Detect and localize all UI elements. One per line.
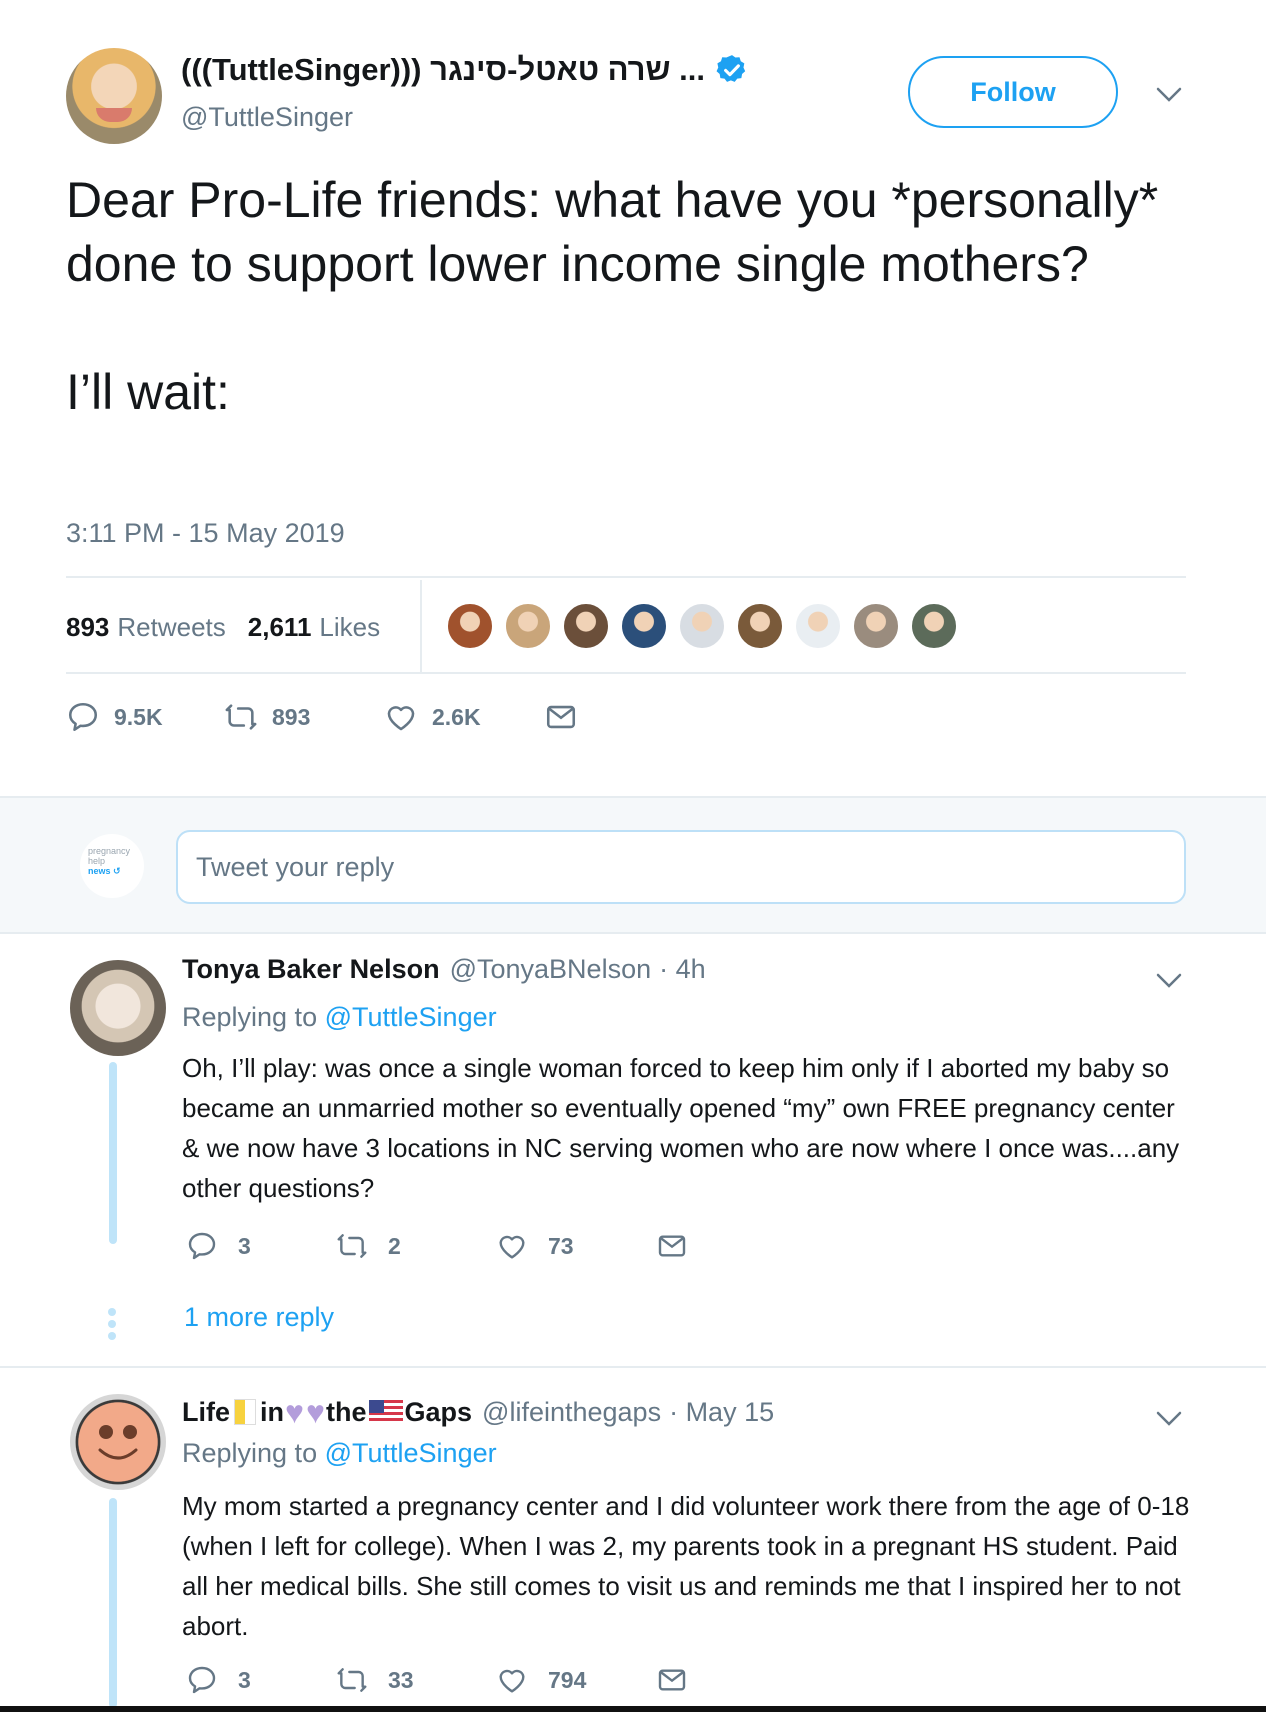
reply-action[interactable]: 9.5K <box>66 700 224 734</box>
liker-avatar[interactable] <box>620 602 668 650</box>
liker-avatar[interactable] <box>910 602 958 650</box>
reply-time[interactable]: · 4h <box>659 954 706 985</box>
liker-avatars <box>446 602 958 650</box>
vatican-flag-icon <box>234 1399 257 1425</box>
like-action[interactable]: 794 <box>496 1664 656 1696</box>
reply-author-name[interactable]: Tonya Baker Nelson <box>182 954 440 985</box>
envelope-icon <box>546 705 576 729</box>
replying-to-link[interactable]: @TuttleSinger <box>325 1438 497 1468</box>
tweet-timestamp[interactable]: 3:11 PM - 15 May 2019 <box>66 518 345 549</box>
direct-message-action[interactable] <box>656 1230 688 1262</box>
divider <box>66 576 1186 578</box>
reply-header: Tonya Baker Nelson @TonyaBNelson · 4h <box>182 954 706 985</box>
logo-text: help <box>88 856 106 866</box>
like-count: 2.6K <box>432 703 481 730</box>
direct-message-action[interactable] <box>656 1664 688 1696</box>
replying-to-link[interactable]: @TuttleSinger <box>325 1002 497 1032</box>
reply-menu-chevron-icon[interactable] <box>1154 966 1184 996</box>
thread-line <box>109 1062 117 1244</box>
retweet-count: 893 <box>272 703 311 730</box>
replying-to: Replying to @TuttleSinger <box>182 1438 497 1468</box>
author-handle[interactable]: @TuttleSinger <box>181 102 353 133</box>
retweet-icon <box>337 1234 367 1258</box>
liker-avatar[interactable] <box>852 602 900 650</box>
reply-menu-chevron-icon[interactable] <box>1154 1404 1184 1434</box>
reply-avatar[interactable] <box>70 960 166 1056</box>
retweet-count: 33 <box>388 1666 414 1693</box>
retweet-icon <box>225 704 257 730</box>
retweet-count: 2 <box>388 1232 401 1259</box>
reply-actions: 3 2 73 <box>186 1230 688 1262</box>
thread-dots <box>108 1308 116 1340</box>
heart-icon <box>499 1669 525 1693</box>
reply-text: Oh, I’ll play: was once a single woman f… <box>182 1053 1180 1203</box>
tweet-menu-chevron-icon[interactable] <box>1154 80 1184 110</box>
author-avatar[interactable] <box>66 48 162 144</box>
like-count: 73 <box>548 1232 574 1259</box>
tweet-text: Dear Pro-Life friends: what have you *pe… <box>66 172 1159 420</box>
reply-text: My mom started a pregnancy center and I … <box>182 1491 1190 1641</box>
current-user-avatar[interactable]: pregnancy help news ↺ <box>80 834 144 898</box>
more-replies-link[interactable]: 1 more reply <box>184 1302 334 1333</box>
retweet-action[interactable]: 2 <box>336 1230 496 1262</box>
engagement-stats: 893 Retweets 2,611 Likes <box>66 580 402 674</box>
author-display-name[interactable]: (((TuttleSinger))) שרה טאטל-סינגר ... <box>181 52 705 88</box>
smiley-icon <box>98 1425 138 1460</box>
reply-composer: pregnancy help news ↺ <box>0 796 1266 934</box>
reply-tweet: Tonya Baker Nelson @TonyaBNelson · 4h Re… <box>0 934 1266 1366</box>
liker-avatar[interactable] <box>562 602 610 650</box>
reply-icon <box>68 702 98 732</box>
thread-line <box>109 1498 117 1708</box>
bottom-edge <box>0 1706 1266 1712</box>
liker-avatar[interactable] <box>794 602 842 650</box>
likes-stat[interactable]: 2,611 Likes <box>248 612 380 643</box>
reply-icon <box>188 1666 216 1694</box>
reply-action[interactable]: 3 <box>186 1664 336 1696</box>
verified-badge-icon <box>716 55 746 82</box>
like-count: 794 <box>548 1666 587 1693</box>
reply-count: 3 <box>238 1666 251 1693</box>
envelope-icon <box>658 1235 686 1257</box>
reply-time[interactable]: · May 15 <box>669 1397 774 1428</box>
replying-to: Replying to @TuttleSinger <box>182 1002 497 1032</box>
heart-icon <box>499 1235 525 1259</box>
divider <box>66 672 1186 674</box>
us-flag-icon <box>368 1400 403 1424</box>
reply-icon <box>188 1232 216 1260</box>
retweet-action[interactable]: 893 <box>224 700 384 734</box>
envelope-icon <box>658 1669 686 1691</box>
liker-avatar[interactable] <box>504 602 552 650</box>
reply-author-handle[interactable]: @TonyaBNelson <box>450 954 652 985</box>
author-name-row: (((TuttleSinger))) שרה טאטל-סינגר ... <box>181 52 749 88</box>
reply-author-name[interactable]: Life in ♥ ♥ the Gaps <box>182 1396 472 1428</box>
reply-actions: 3 33 794 <box>186 1664 688 1696</box>
purple-heart-icon: ♥ <box>285 1394 305 1430</box>
reply-input[interactable] <box>176 830 1186 904</box>
reply-count: 3 <box>238 1232 251 1259</box>
follow-button[interactable]: Follow <box>908 56 1118 128</box>
divider <box>420 580 422 674</box>
logo-text: news ↺ <box>88 866 121 876</box>
reply-author-handle[interactable]: @lifeinthegaps <box>482 1397 661 1428</box>
like-action[interactable]: 73 <box>496 1230 656 1262</box>
liker-avatar[interactable] <box>678 602 726 650</box>
logo-text: pregnancy <box>88 846 131 856</box>
liker-avatar[interactable] <box>446 602 494 650</box>
reply-action[interactable]: 3 <box>186 1230 336 1262</box>
heart-icon <box>387 706 415 731</box>
like-action[interactable]: 2.6K <box>384 700 544 734</box>
direct-message-action[interactable] <box>544 700 578 734</box>
reply-tweet: Life in ♥ ♥ the Gaps @lifeinthegaps · May… <box>0 1368 1266 1708</box>
liker-avatar[interactable] <box>736 602 784 650</box>
retweet-action[interactable]: 33 <box>336 1664 496 1696</box>
retweet-icon <box>337 1668 367 1692</box>
tweet-actions: 9.5K 893 2.6K <box>66 700 578 734</box>
reply-count: 9.5K <box>114 703 163 730</box>
main-tweet: (((TuttleSinger))) שרה טאטל-סינגר ... @T… <box>0 0 1266 796</box>
retweets-stat[interactable]: 893 Retweets <box>66 612 226 643</box>
reply-header: Life in ♥ ♥ the Gaps @lifeinthegaps · May… <box>182 1396 774 1428</box>
purple-heart-icon: ♥ <box>306 1394 326 1430</box>
reply-avatar[interactable] <box>70 1394 166 1490</box>
